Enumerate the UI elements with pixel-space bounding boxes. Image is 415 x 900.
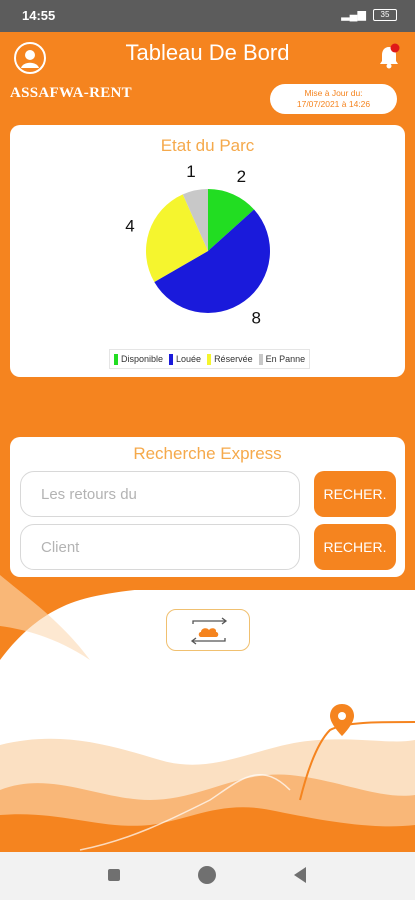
legend-item-2: Réservée xyxy=(207,353,253,365)
system-nav-bar xyxy=(0,852,415,900)
battery-icon: 35 xyxy=(373,9,397,22)
back-button[interactable] xyxy=(294,867,306,883)
legend-swatch-2 xyxy=(207,353,212,365)
search-title: Recherche Express xyxy=(133,444,282,463)
notifications-button[interactable] xyxy=(377,42,401,70)
client-input[interactable] xyxy=(20,524,300,570)
chart-legend: Disponible Louée Réservée En Panne xyxy=(109,349,311,369)
pie-value-label-2: 4 xyxy=(125,217,134,236)
update-datetime: 17/07/2021 à 14:26 xyxy=(296,99,371,109)
legend-swatch-0 xyxy=(114,353,118,365)
search-row-client: RECHER. xyxy=(20,524,396,570)
last-update-pill: Mise à Jour du: 17/07/2021 à 14:26 xyxy=(270,84,397,114)
pie-value-label-0: 2 xyxy=(237,167,246,186)
search-returns-button[interactable]: RECHER. xyxy=(314,471,396,517)
bell-icon xyxy=(380,43,400,69)
pie-chart: 2 8 4 1 xyxy=(125,162,270,327)
search-client-button[interactable]: RECHER. xyxy=(314,524,396,570)
cloud-sync-icon xyxy=(190,617,228,645)
search-row-returns: RECHER. xyxy=(20,471,396,517)
pie-value-label-1: 8 xyxy=(251,308,260,327)
update-label: Mise à Jour du: xyxy=(304,88,363,98)
sync-button[interactable] xyxy=(166,609,250,651)
page-title: Tableau De Bord xyxy=(125,40,290,65)
legend-swatch-1 xyxy=(169,353,174,365)
home-button[interactable] xyxy=(198,866,216,884)
legend-item-3: En Panne xyxy=(258,353,306,365)
signal-icon: ▂▄▆ xyxy=(341,9,366,21)
legend-label-1: Louée xyxy=(176,354,202,364)
legend-label-2: Réservée xyxy=(214,354,253,364)
legend-label-0: Disponible xyxy=(121,354,164,364)
company-name: ASSAFWA-RENT xyxy=(10,85,132,101)
map-pin-icon xyxy=(330,704,354,736)
fleet-status-card: Etat du Parc 2841 Disponible Louée Réservé… xyxy=(10,125,405,377)
legend-label-3: En Panne xyxy=(265,354,306,364)
legend-item-1: Louée xyxy=(169,353,202,365)
returns-date-input[interactable] xyxy=(20,471,300,517)
recent-apps-button[interactable] xyxy=(108,869,120,881)
pie-value-label-3: 1 xyxy=(186,162,195,181)
legend-item-0: Disponible xyxy=(114,353,164,365)
express-search-card: Recherche Express RECHER. RECHER. xyxy=(10,437,405,577)
status-bar: 14:55 ▂▄▆ 35 xyxy=(0,0,415,32)
legend-swatch-3 xyxy=(258,353,263,365)
screen: 14:55 ▂▄▆ 35 Tableau De Bord ASSAFWA-REN… xyxy=(0,0,415,900)
status-time: 14:55 xyxy=(22,8,56,23)
status-icons: ▂▄▆ 35 xyxy=(341,8,397,22)
